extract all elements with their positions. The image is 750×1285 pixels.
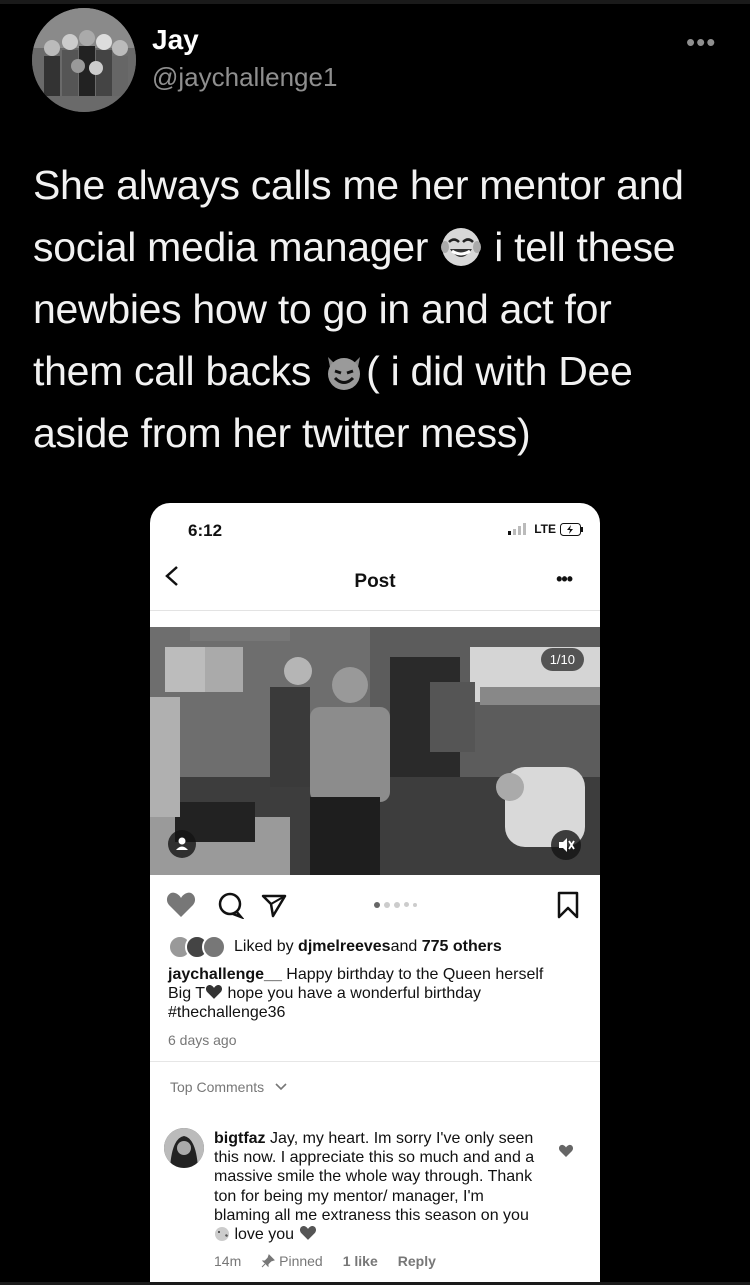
carousel-dot (374, 902, 380, 908)
tweet-text: She always calls me her mentor and socia… (33, 154, 723, 464)
tweet-line: newbies how to go in and act for (33, 286, 612, 332)
top-divider (0, 0, 750, 4)
status-indicators: LTE (508, 522, 584, 536)
carousel-dot (413, 903, 417, 907)
bookmark-icon[interactable] (556, 891, 580, 919)
tweet-line: social media manager i tell these (33, 224, 676, 270)
comment-pinned: Pinned (261, 1253, 323, 1269)
share-icon[interactable] (260, 891, 288, 919)
carousel-dot (404, 902, 409, 907)
caption-text: Happy birthday to the Queen herself (281, 966, 544, 983)
more-options-icon[interactable]: ••• (686, 27, 716, 58)
carousel-dot (384, 902, 390, 908)
carousel-dot (394, 902, 400, 908)
tweet-line: them call backs ( i did with Dee (33, 348, 633, 394)
comment-username[interactable]: bigtfaz (214, 1130, 266, 1147)
commenter-avatar[interactable] (164, 1128, 204, 1168)
face-blowing-kiss-icon (215, 1227, 229, 1242)
likes-middle: and (390, 938, 418, 955)
heart-emoji-icon (206, 984, 223, 999)
post-more-icon[interactable]: ••• (556, 569, 573, 590)
tweet-line: She always calls me her mentor and (33, 162, 684, 208)
tagged-users-icon[interactable] (168, 830, 196, 858)
heart-emoji-icon (299, 1225, 316, 1240)
profile-avatar[interactable] (32, 8, 136, 112)
mute-icon[interactable] (551, 830, 581, 860)
likes-line[interactable]: Liked by djmelreeves and 775 others (168, 935, 502, 959)
comment-time: 14m (214, 1253, 242, 1269)
caption-text: Big T (168, 985, 206, 1002)
battery-charging-icon (560, 522, 583, 536)
heart-icon[interactable] (166, 891, 196, 919)
status-time: 6:12 (188, 521, 223, 540)
carousel-dots (374, 902, 417, 908)
network-label: LTE (534, 522, 556, 536)
embedded-screenshot: 6:12 LTE Post ••• 1/10 Liked by djmelree… (150, 503, 600, 1283)
comment-like-heart-icon[interactable] (558, 1144, 574, 1158)
post-time-ago: 6 days ago (168, 1032, 237, 1048)
post-caption: jaychallenge__ Happy birthday to the Que… (168, 965, 588, 1022)
tweet-line: aside from her twitter mess) (33, 410, 531, 456)
nav-divider (150, 610, 600, 611)
likes-count[interactable]: 775 others (422, 938, 502, 956)
signal-icon (508, 523, 527, 535)
liker-avatar (202, 935, 226, 959)
caption-text: hope you have a wonderful birthday (223, 985, 482, 1002)
caption-hashtag[interactable]: #thechallenge36 (168, 1004, 285, 1021)
post-photo[interactable] (150, 627, 600, 875)
author-handle[interactable]: @jaychallenge1 (152, 62, 337, 93)
comment-body: bigtfaz Jay, my heart. Im sorry I've onl… (214, 1129, 544, 1244)
author-name[interactable]: Jay (152, 24, 199, 56)
smiling-imp-icon (328, 357, 361, 390)
top-comments-label: Top Comments (170, 1079, 265, 1095)
face-with-tears-of-joy-icon (441, 228, 482, 266)
comment-icon[interactable] (216, 891, 244, 919)
comment-text-end: love you (230, 1226, 295, 1244)
post-actions (166, 891, 584, 919)
comment-meta: 14m Pinned 1 like Reply (214, 1253, 436, 1269)
media-counter: 1/10 (540, 648, 584, 671)
comment-likes[interactable]: 1 like (343, 1253, 378, 1269)
caption-username[interactable]: jaychallenge__ (168, 966, 282, 983)
reply-button[interactable]: Reply (398, 1253, 436, 1269)
section-divider (150, 1061, 600, 1062)
likes-prefix: Liked by (234, 938, 294, 955)
chevron-down-icon (275, 1083, 287, 1091)
pin-icon (261, 1254, 276, 1268)
liker-username[interactable]: djmelreeves (298, 938, 391, 956)
nav-title: Post (354, 571, 396, 592)
top-comments-dropdown[interactable]: Top Comments (170, 1079, 288, 1095)
